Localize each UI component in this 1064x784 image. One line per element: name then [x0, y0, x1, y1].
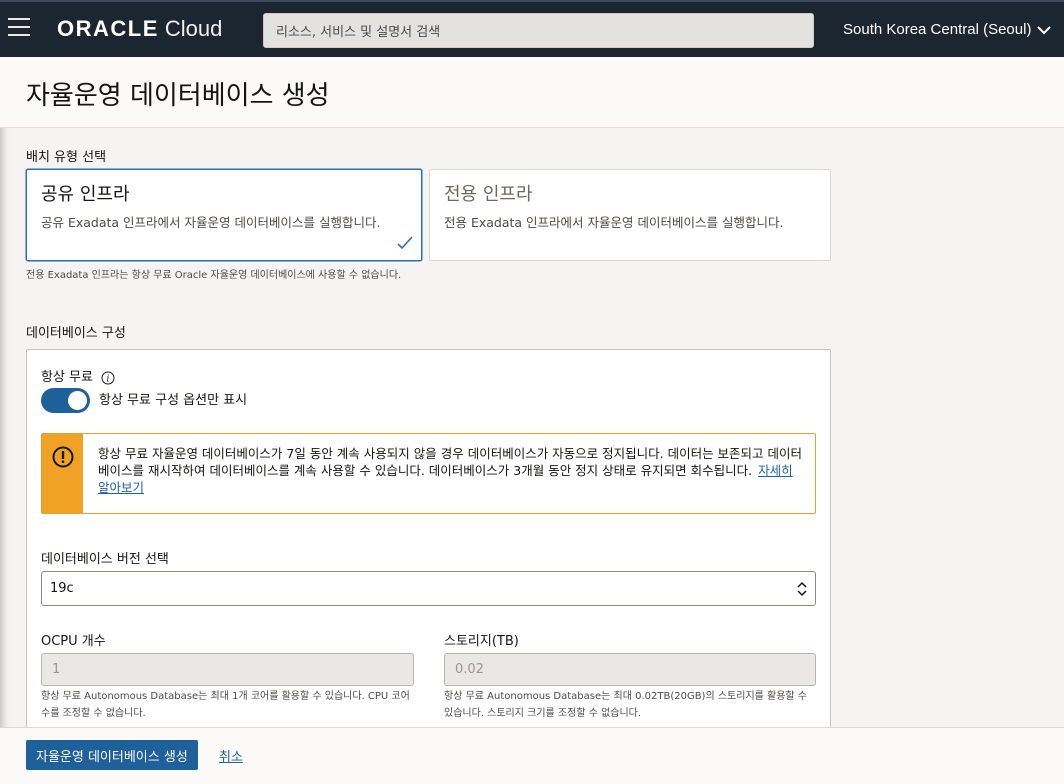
checkmark-icon: [397, 236, 413, 250]
oracle-cloud-logo[interactable]: ORACLE Cloud: [57, 16, 222, 42]
hamburger-menu-icon[interactable]: [8, 18, 30, 38]
deployment-type-label: 배치 유형 선택: [26, 150, 107, 165]
storage-help: 항상 무료 Autonomous Database는 최대 0.02TB(20G…: [444, 691, 807, 719]
ocpu-value: 1: [52, 662, 61, 677]
brand-oracle: ORACLE: [57, 16, 159, 41]
search-input[interactable]: 리소스, 서비스 및 설명서 검색: [263, 13, 814, 48]
top-nav-bar: ORACLE Cloud 리소스, 서비스 및 설명서 검색 South Kor…: [0, 0, 1064, 57]
always-free-text: 항상 무료: [41, 370, 93, 385]
storage-value: 0.02: [455, 662, 484, 677]
warning-alert: 항상 무료 자율운영 데이터베이스가 7일 동안 계속 사용되지 않을 경우 데…: [41, 433, 816, 514]
card-description: 공유 Exadata 인프라에서 자율운영 데이터베이스를 실행합니다.: [41, 215, 381, 230]
cancel-link[interactable]: 취소: [219, 746, 243, 765]
deployment-note: 전용 Exadata 인프라는 항상 무료 Oracle 자율운영 데이터베이스…: [26, 270, 402, 281]
toggle-label: 항상 무료 구성 옵션만 표시: [99, 393, 248, 408]
toggle-knob: [68, 391, 87, 410]
card-title: 공유 인프라: [41, 184, 130, 205]
warning-icon: [52, 446, 74, 468]
svg-text:i: i: [107, 374, 110, 384]
region-label: South Korea Central (Seoul): [843, 21, 1032, 38]
always-free-label: 항상 무료 i: [41, 366, 115, 385]
page-content: 자율운영 데이터베이스 생성 배치 유형 선택 공유 인프라 공유 Exadat…: [0, 57, 1064, 749]
alert-text: 항상 무료 자율운영 데이터베이스가 7일 동안 계속 사용되지 않을 경우 데…: [98, 446, 803, 478]
search-placeholder: 리소스, 서비스 및 설명서 검색: [276, 25, 441, 40]
card-title: 전용 인프라: [444, 184, 533, 205]
brand-cloud: Cloud: [164, 16, 223, 41]
always-free-toggle[interactable]: [41, 388, 90, 413]
db-config-panel: 항상 무료 i 항상 무료 구성 옵션만 표시 항상 무료 자율운영 데이터베이…: [26, 349, 831, 749]
chevron-down-icon: [1037, 25, 1052, 34]
region-selector[interactable]: South Korea Central (Seoul): [843, 21, 1052, 38]
ocpu-input[interactable]: 1: [41, 653, 414, 686]
page-title: 자율운영 데이터베이스 생성: [26, 81, 330, 111]
select-arrows-icon: [797, 581, 807, 597]
deployment-card-shared[interactable]: 공유 인프라 공유 Exadata 인프라에서 자율운영 데이터베이스를 실행합…: [26, 169, 422, 261]
db-version-label: 데이터베이스 버전 선택: [41, 552, 169, 567]
info-icon[interactable]: i: [101, 371, 115, 385]
ocpu-help: 항상 무료 Autonomous Database는 최대 1개 코어를 활용할…: [41, 691, 410, 719]
db-config-label: 데이터베이스 구성: [26, 326, 126, 341]
db-version-value: 19c: [50, 581, 74, 596]
title-band: 자율운영 데이터베이스 생성: [0, 57, 1064, 128]
footer-bar: 자율운영 데이터베이스 생성 취소: [0, 727, 1064, 784]
ocpu-label: OCPU 개수: [41, 634, 106, 649]
storage-label: 스토리지(TB): [444, 634, 519, 649]
card-description: 전용 Exadata 인프라에서 자율운영 데이터베이스를 실행합니다.: [444, 215, 784, 230]
storage-input[interactable]: 0.02: [444, 653, 816, 686]
db-version-select[interactable]: 19c: [41, 571, 816, 606]
create-database-button[interactable]: 자율운영 데이터베이스 생성: [26, 740, 198, 770]
alert-message: 항상 무료 자율운영 데이터베이스가 7일 동안 계속 사용되지 않을 경우 데…: [98, 445, 803, 496]
deployment-card-dedicated[interactable]: 전용 인프라 전용 Exadata 인프라에서 자율운영 데이터베이스를 실행합…: [429, 169, 831, 261]
alert-stripe: [42, 434, 83, 513]
